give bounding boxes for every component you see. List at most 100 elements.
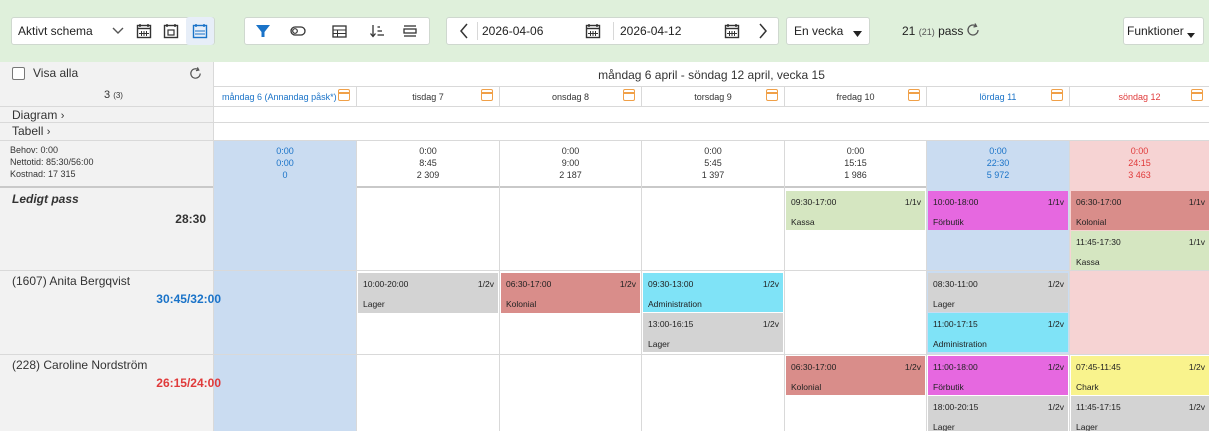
shift-block[interactable]: 09:30-13:00 1/2v Administration xyxy=(643,273,783,312)
refresh-icon[interactable] xyxy=(188,66,203,84)
day-stats-sunday: 0:00 24:15 3 463 xyxy=(1070,145,1209,181)
day-header-label: tisdag 7 xyxy=(412,91,444,102)
calendar-day-icon[interactable] xyxy=(158,18,184,44)
shift-department: Kassa xyxy=(791,217,815,227)
shift-ratio: 1/2v xyxy=(1047,362,1064,372)
day-header-sunday[interactable]: söndag 12 xyxy=(1070,87,1209,106)
shift-block[interactable]: 09:30-17:00 1/1v Kassa xyxy=(786,191,925,230)
calendar-icon[interactable] xyxy=(1051,89,1063,101)
calendar-week-icon[interactable] xyxy=(186,17,214,45)
day-cost: 1 397 xyxy=(701,170,725,180)
shift-block[interactable]: 11:00-18:00 1/2v Förbutik xyxy=(928,356,1068,395)
day-header-monday[interactable]: måndag 6 (Annandag påsk*) xyxy=(214,87,356,106)
day-hours: 0:00 xyxy=(276,158,294,168)
calendar-month-icon[interactable] xyxy=(131,18,157,44)
diagram-label: Diagram xyxy=(12,108,58,122)
date-from-field[interactable]: 2026-04-06 xyxy=(482,24,543,38)
date-to-field[interactable]: 2026-04-12 xyxy=(620,24,681,38)
shift-block[interactable]: 11:45-17:15 1/2v Lager xyxy=(1071,396,1209,431)
day-cost: 2 187 xyxy=(559,170,582,180)
divider xyxy=(0,106,1209,107)
shift-block[interactable]: 06:30-17:00 1/2v Kolonial xyxy=(501,273,640,313)
shift-block[interactable]: 07:45-11:45 1/2v Chark xyxy=(1071,356,1209,395)
day-hours: 5:45 xyxy=(704,158,722,168)
table-icon[interactable] xyxy=(326,18,352,44)
schema-select[interactable]: Aktivt schema xyxy=(18,18,128,44)
table-toggle[interactable]: Tabell › xyxy=(12,124,50,138)
group-icon[interactable] xyxy=(397,18,423,44)
shift-time: 11:00-18:00 xyxy=(933,362,978,372)
shift-block[interactable]: 06:30-17:00 1/2v Kolonial xyxy=(786,356,925,395)
shift-ratio: 1/1v xyxy=(904,197,921,207)
shift-time: 06:30-17:00 xyxy=(1076,197,1122,207)
day-header-thursday[interactable]: torsdag 9 xyxy=(642,87,784,106)
refresh-icon[interactable] xyxy=(965,22,981,41)
chevron-right-icon[interactable] xyxy=(750,18,776,44)
calendar-icon[interactable] xyxy=(1191,89,1203,101)
filter-icon[interactable] xyxy=(250,18,276,44)
chevron-right-icon: › xyxy=(60,110,65,122)
calendar-icon[interactable] xyxy=(623,89,635,101)
show-all-checkbox[interactable] xyxy=(12,67,25,80)
day-cost: 2 309 xyxy=(416,170,440,180)
monday-column xyxy=(214,141,356,431)
shift-department: Lager xyxy=(1076,422,1098,431)
shift-block[interactable]: 18:00-20:15 1/2v Lager xyxy=(928,396,1068,431)
calendar-icon[interactable] xyxy=(908,89,920,101)
employee-count-value: 3 xyxy=(104,89,111,101)
shift-block[interactable]: 06:30-17:00 1/1v Kolonial xyxy=(1071,191,1209,230)
shift-department: Chark xyxy=(1076,382,1099,392)
employee-count-total: (3) xyxy=(113,91,123,100)
shift-time: 09:30-13:00 xyxy=(648,279,694,289)
shift-time: 09:30-17:00 xyxy=(791,197,837,207)
calendar-icon[interactable] xyxy=(766,89,778,101)
day-header-label: fredag 10 xyxy=(836,91,875,102)
shift-block[interactable]: 11:00-17:15 1/2v Administration xyxy=(928,313,1068,352)
pass-count-label: pass xyxy=(938,24,964,38)
employee-count: 3 (3) xyxy=(104,89,123,101)
row-name-open-shift[interactable]: Ledigt pass xyxy=(12,192,79,206)
shift-ratio: 1/2v xyxy=(762,319,779,329)
divider xyxy=(477,22,478,40)
divider xyxy=(499,141,500,431)
week-title: måndag 6 april - söndag 12 april, vecka … xyxy=(598,67,825,82)
sort-icon[interactable] xyxy=(364,18,390,44)
shift-department: Lager xyxy=(933,422,955,431)
shift-block[interactable]: 10:00-20:00 1/2v Lager xyxy=(358,273,498,313)
chevron-left-icon[interactable] xyxy=(451,18,477,44)
day-header-saturday[interactable]: lördag 11 xyxy=(927,87,1069,106)
period-select-label: En vecka xyxy=(794,24,844,38)
calendar-icon[interactable] xyxy=(719,18,745,44)
day-header-label: lördag 11 xyxy=(979,91,1017,102)
caret-down-icon xyxy=(853,28,862,40)
shift-time: 10:00-20:00 xyxy=(363,279,409,289)
divider xyxy=(0,354,1209,355)
day-header-tuesday[interactable]: tisdag 7 xyxy=(357,87,499,106)
shift-ratio: 1/2v xyxy=(904,362,921,372)
shift-department: Kassa xyxy=(1076,257,1100,267)
day-header-wednesday[interactable]: onsdag 8 xyxy=(500,87,641,106)
row-name-employee[interactable]: (228) Caroline Nordström xyxy=(12,358,147,372)
schema-select-label: Aktivt schema xyxy=(18,24,93,38)
diagram-toggle[interactable]: Diagram › xyxy=(12,108,64,122)
shift-block[interactable]: 13:00-16:15 1/2v Lager xyxy=(643,313,783,352)
shift-block[interactable]: 08:30-11:00 1/2v Lager xyxy=(928,273,1068,312)
calendar-icon[interactable] xyxy=(580,18,606,44)
shift-ratio: 1/2v xyxy=(477,279,494,289)
pass-count-total: (21) xyxy=(918,27,935,37)
divider xyxy=(0,122,1209,123)
table-label: Tabell xyxy=(12,124,44,138)
row-value-open-shift: 28:30 xyxy=(175,212,206,226)
toggle-icon[interactable] xyxy=(285,18,311,44)
day-header-friday[interactable]: fredag 10 xyxy=(785,87,926,106)
shift-department: Administration xyxy=(933,339,987,349)
shift-department: Lager xyxy=(363,299,385,309)
calendar-icon[interactable] xyxy=(338,89,350,101)
shift-block[interactable]: 11:45-17:30 1/1v Kassa xyxy=(1071,231,1209,270)
pass-count-value: 21 xyxy=(902,24,916,38)
day-header-label: torsdag 9 xyxy=(694,91,732,102)
shift-department: Administration xyxy=(648,299,702,309)
row-name-employee[interactable]: (1607) Anita Bergqvist xyxy=(12,274,130,288)
calendar-icon[interactable] xyxy=(481,89,493,101)
shift-block[interactable]: 10:00-18:00 1/1v Förbutik xyxy=(928,191,1068,230)
